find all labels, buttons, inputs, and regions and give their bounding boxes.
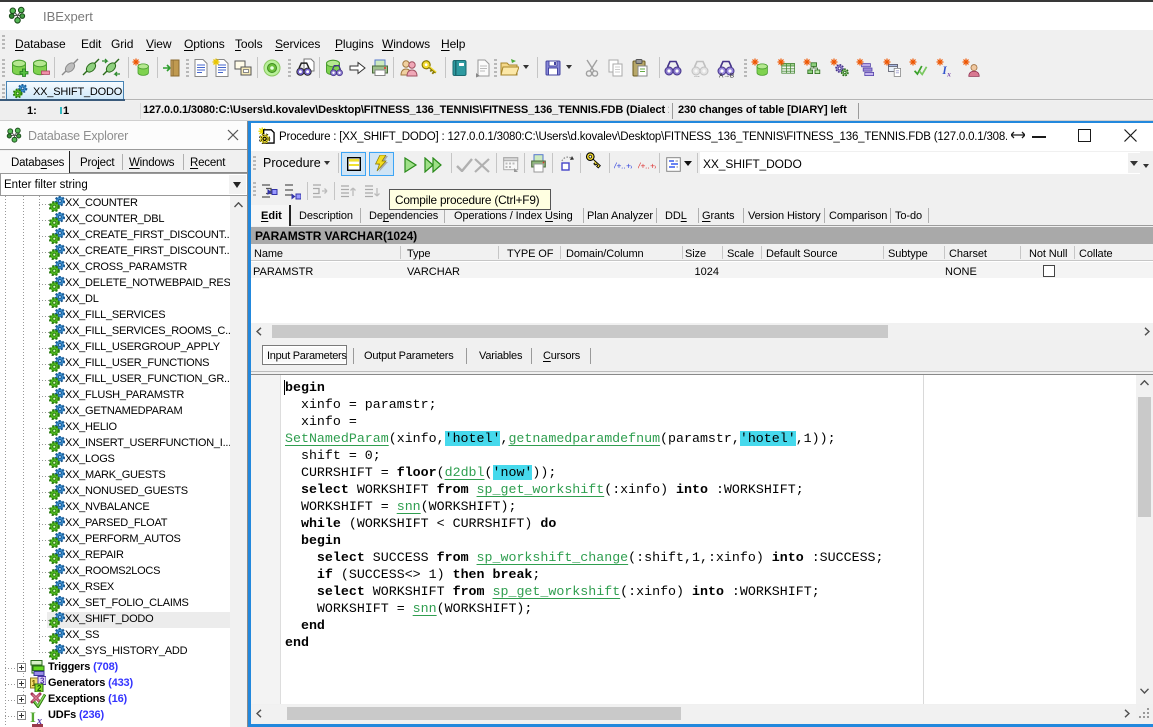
svg-text:I: I (30, 710, 36, 724)
svg-text:/+..+/: /+..+/ (638, 161, 656, 171)
svg-text:2: 2 (37, 684, 42, 692)
svg-text:x: x (946, 70, 951, 78)
svg-text:...: ... (694, 72, 700, 78)
svg-text:A→B: A→B (719, 73, 734, 79)
svg-text:/+..+/: /+..+/ (614, 161, 632, 171)
svg-text:x: x (36, 716, 42, 724)
